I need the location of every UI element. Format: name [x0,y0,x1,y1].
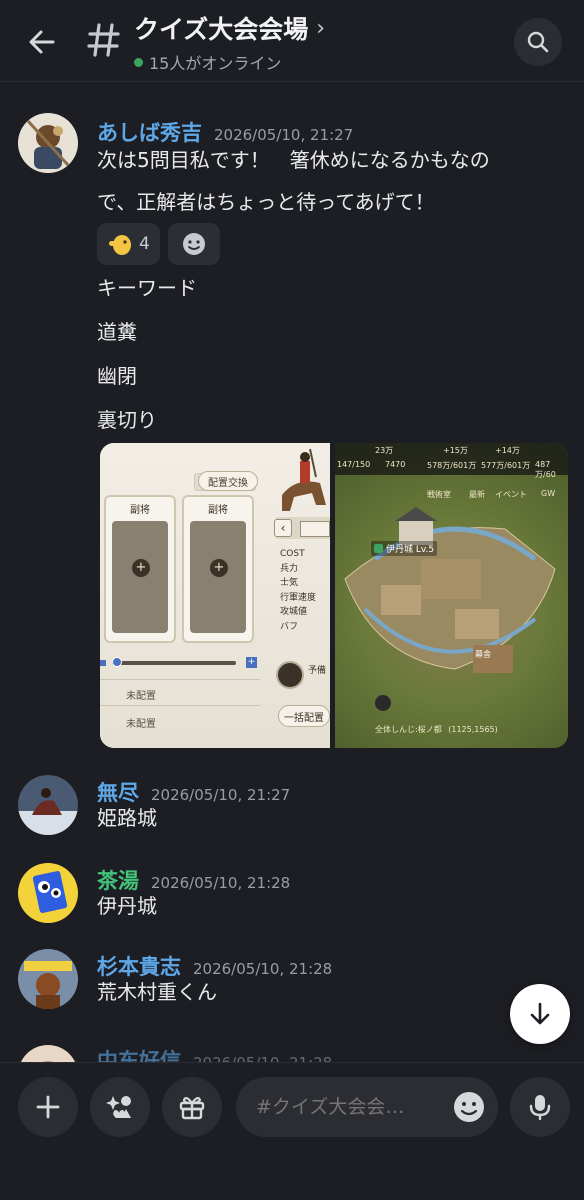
channel-title[interactable]: クイズ大会会場 › [134,10,325,46]
arrow-down-icon [530,1002,550,1025]
channel-name: クイズ大会会場 [134,15,309,44]
channel-header: クイズ大会会場 › 15人がオンライン [0,0,584,82]
message-text: 姫路城 [97,806,157,830]
stat-list: COST 兵力 士気 行軍速度 攻城値 バフ [280,549,317,632]
message-item[interactable]: あしば秀吉 2026/05/10, 21:27 次は5問目私です！ 箸休めになる… [0,113,584,763]
slot-label: 副将 [208,505,228,516]
slot-label: 副将 [130,505,150,516]
message-text-continued: キーワード 道糞 幽閉 裏切り [97,267,567,441]
message-text: 次は5問目私です！ 箸休めになるかもなの で、正解者はちょっと待ってあげて！ [97,139,567,223]
outpost-label: 幕舎 [475,650,491,659]
arrow-left-icon [29,30,55,54]
reserve-gear-icon[interactable] [276,661,304,689]
online-status: 15人がオンライン [134,50,325,74]
message-line: で、正解者はちょっと待ってあげて！ [97,190,435,214]
scroll-to-bottom-button[interactable] [510,984,570,1044]
reaction-bar: 4 [97,223,220,265]
swap-label: 配置交換 [208,477,248,489]
message-item[interactable]: 茶湯 2026/05/10, 21:28 伊丹城 [0,863,584,943]
gift-button[interactable] [162,1077,222,1137]
avatar[interactable] [18,775,78,835]
message-item[interactable]: 杉本貴志 2026/05/10, 21:28 荒木村重くん [0,949,584,1029]
reaction-pointing-emoji[interactable]: 4 [97,223,160,265]
attach-button[interactable] [18,1077,78,1137]
message-item[interactable]: 中东好信 2026/05/10, 21:28 [0,1037,584,1063]
unassigned-label: 未配置 [126,719,156,730]
swap-button[interactable]: 配置交換 [198,471,258,491]
author-name[interactable]: 中东好信 [97,1045,181,1063]
general-slot-2[interactable]: 副将 + [182,495,254,643]
general-slot-1[interactable]: 副将 + [104,495,176,643]
message-line: 幽閉 [97,364,137,388]
message-line: 次は5問目私です！ 箸休めになるかもなの [97,148,490,172]
avatar[interactable] [18,949,78,1009]
message-input-wrapper[interactable] [236,1077,498,1137]
channel-title-block[interactable]: クイズ大会会場 › 15人がオンライン [134,10,325,74]
online-count: 15人がオンライン [149,54,282,73]
castle-label[interactable]: 伊丹城 Lv.5 [371,541,438,556]
composer-bar [0,1062,584,1200]
game-screenshot-formation[interactable]: 配置交換 副将 + 副将 + ‹ COST 兵力 士気 行軍速度 攻城値 バフ … [100,443,330,748]
back-button[interactable] [22,22,62,62]
chevron-right-icon: › [316,15,326,41]
sparkle-apps-icon [106,1096,131,1118]
channel-hash-icon [84,16,124,64]
resource-bar: 23万 +15万 +14万 147/150 7470 578万/601万 577… [335,443,568,479]
reserve-label: 予備 [308,666,327,676]
bulk-assign-button[interactable]: 一括配置 [278,705,330,727]
message-text: 荒木村重くん [97,980,217,1004]
reaction-count: 4 [139,234,150,254]
search-button[interactable] [514,18,562,66]
avatar[interactable] [18,1045,78,1063]
message-text: 伊丹城 [97,894,157,918]
unassigned-label: 未配置 [126,691,156,702]
game-menu: 戦術室 最新 イベント GW [427,489,556,499]
castle-marker-icon [374,544,383,553]
chevron-left-icon[interactable]: ‹ [274,519,292,537]
image-attachments[interactable]: 配置交換 副将 + 副将 + ‹ COST 兵力 士気 行軍速度 攻城値 バフ … [100,443,568,748]
message-list[interactable]: あしば秀吉 2026/05/10, 21:27 次は5問目私です！ 箸休めになる… [0,83,584,1063]
add-reaction-button[interactable] [167,223,220,265]
horse-rider-illustration [282,448,326,511]
location-readout: 全体しんじ:桜ノ都 (1125,1565) [375,725,498,734]
gift-icon [179,1096,205,1120]
message-line: 道糞 [97,320,137,344]
game-screenshot-castle-map[interactable]: 23万 +15万 +14万 147/150 7470 578万/601万 577… [335,443,568,748]
message-line: 裏切り [97,408,157,432]
pointing-hand-emoji-icon [109,235,131,255]
search-icon [527,31,549,53]
online-dot-icon [134,57,143,67]
message-input[interactable] [256,1096,436,1118]
apps-button[interactable] [90,1077,150,1137]
plus-icon [36,1095,60,1119]
smiley-add-icon [182,233,205,255]
emoji-button[interactable] [452,1090,486,1128]
message-item[interactable]: 無尽 2026/05/10, 21:27 姫路城 [0,775,584,855]
castle-map-illustration [344,507,556,673]
smiley-icon [454,1092,484,1122]
troop-slider[interactable]: + [100,657,258,669]
avatar[interactable] [18,113,78,173]
voice-message-button[interactable] [510,1077,570,1137]
microphone-icon [529,1095,551,1121]
add-general-icon[interactable]: + [210,559,228,577]
message-line: キーワード [97,276,197,300]
edit-pen-icon[interactable] [375,695,391,711]
add-general-icon[interactable]: + [132,559,150,577]
avatar[interactable] [18,863,78,923]
